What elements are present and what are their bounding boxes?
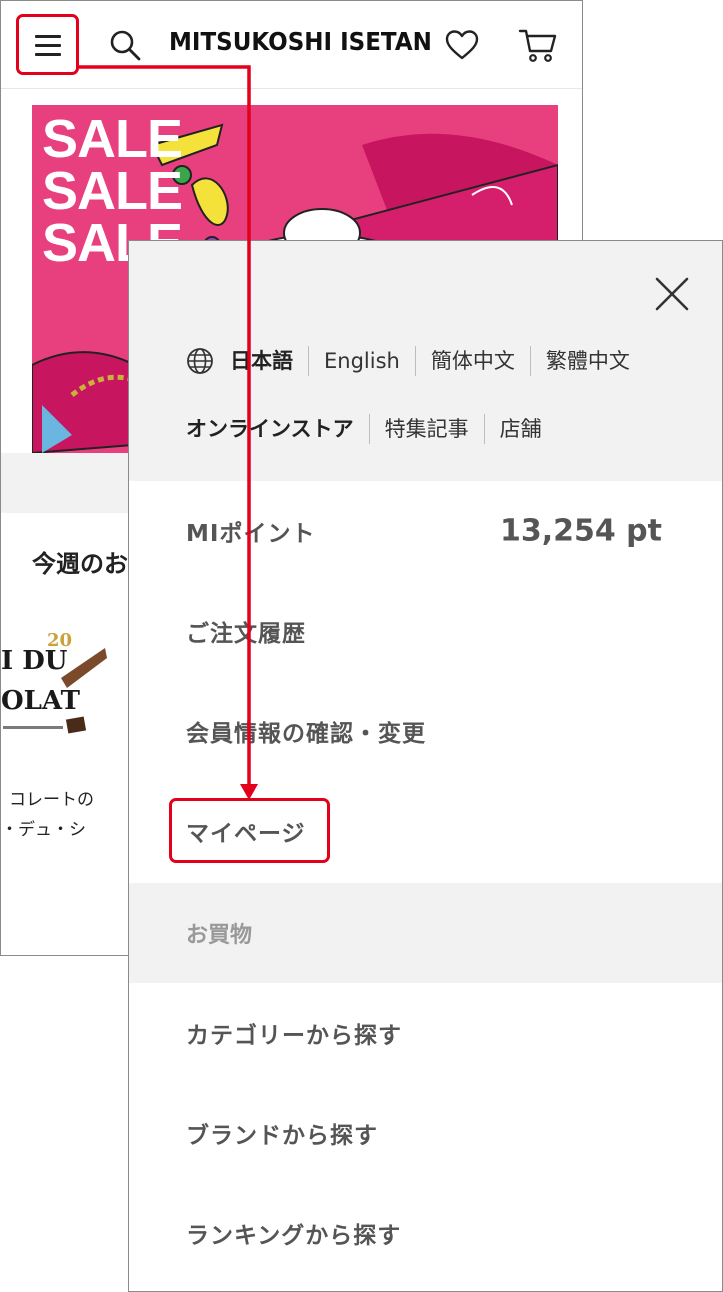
site-header: MITSUKOSHI ISETAN [1,1,582,89]
brand-logo[interactable]: MITSUKOSHI ISETAN [169,27,432,56]
language-selector: 日本語 English 簡体中文 繁體中文 [186,344,645,378]
close-icon[interactable] [655,277,689,311]
section-header-shopping: お買物 [129,883,722,983]
menu-item-member-info[interactable]: 会員情報の確認・変更 [129,681,722,781]
sale-line: SALE [42,109,183,169]
menu-item-label: カテゴリーから探す [186,1023,402,1049]
sale-line: SALE [42,161,183,221]
site-tab-online-store[interactable]: オンラインストア [186,414,369,444]
menu-item-brand-search[interactable]: ブランドから探す [129,1083,722,1183]
site-switcher: オンラインストア 特集記事 店舗 [186,412,557,446]
menu-item-label: 会員情報の確認・変更 [186,721,426,747]
mi-point-label: MIポイント [186,521,316,547]
globe-icon [187,348,213,374]
mi-point-value: 13,254 pt [499,513,662,549]
highlight-box-mypage [169,798,330,863]
chocolate-photo [3,648,107,734]
menu-item-category-search[interactable]: カテゴリーから探す [129,983,722,1083]
highlight-box-hamburger [16,14,79,75]
product-name-line[interactable]: ・デュ・シ [1,815,86,840]
menu-item-mi-point[interactable]: MIポイント 13,254 pt [129,481,722,581]
language-option-english[interactable]: English [308,346,415,376]
search-icon[interactable] [108,28,142,62]
navigation-menu-panel: 日本語 English 簡体中文 繁體中文 オンラインストア 特集記事 店舗 M… [128,240,723,1292]
menu-item-order-history[interactable]: ご注文履歴 [129,581,722,681]
section-label: お買物 [186,923,253,948]
site-tab-features[interactable]: 特集記事 [368,414,484,444]
product-thumbnail[interactable]: 20 I DU OLAT [1,608,107,758]
language-option-japanese[interactable]: 日本語 [230,346,308,376]
menu-item-label: ブランドから探す [186,1123,378,1149]
language-option-traditional-chinese[interactable]: 繁體中文 [529,346,645,376]
menu-item-label: ご注文履歴 [186,621,306,647]
cart-icon[interactable] [518,26,558,64]
favorite-heart-icon[interactable] [444,28,480,62]
menu-item-label: ランキングから探す [186,1223,402,1249]
weekly-section-title: 今週のお [32,550,128,578]
language-option-simplified-chinese[interactable]: 簡体中文 [414,346,530,376]
menu-item-ranking-search[interactable]: ランキングから探す [129,1183,722,1283]
site-tab-stores[interactable]: 店舗 [483,414,557,444]
product-name-line[interactable]: コレートの [9,785,94,810]
